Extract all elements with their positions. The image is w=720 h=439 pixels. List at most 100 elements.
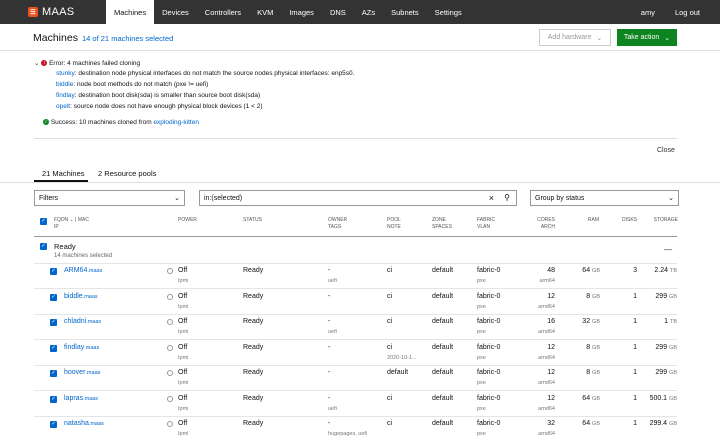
group-checkbox[interactable]: ✓ <box>40 243 47 250</box>
nav-logout[interactable]: Log out <box>675 8 700 17</box>
machine-hostname[interactable]: ARM64 <box>64 267 87 274</box>
nav-controllers[interactable]: Controllers <box>197 0 249 24</box>
power-icon[interactable] <box>167 345 173 351</box>
filters-dropdown[interactable]: Filters ⌄ <box>34 190 185 206</box>
error-machine-link[interactable]: stunky <box>56 70 75 77</box>
row-checkbox[interactable]: ✓ <box>50 396 57 403</box>
error-item: stunky: destination node physical interf… <box>56 70 354 77</box>
row-checkbox[interactable]: ✓ <box>50 421 57 428</box>
machine-fqdn[interactable]: natasha.maas <box>64 420 104 427</box>
machine-owner: - <box>328 318 331 325</box>
top-navigation: ☰ MAAS Machines Devices Controllers KVM … <box>0 0 720 24</box>
error-item: findlay: destination boot disk(sda) is s… <box>56 92 260 99</box>
column-pool[interactable]: POOL NOTE <box>387 217 401 231</box>
nav-dns[interactable]: DNS <box>322 0 354 24</box>
column-fabric[interactable]: FABRIC VLAN <box>477 217 495 231</box>
nav-machines[interactable]: Machines <box>106 0 155 24</box>
power-icon[interactable] <box>167 396 173 402</box>
machine-fabric: fabric-0 <box>477 267 501 274</box>
power-state: Off <box>178 420 188 427</box>
nav-devices[interactable]: Devices <box>154 0 197 24</box>
filters-label: Filters <box>39 194 59 202</box>
tab-machines[interactable]: 21 Machines <box>42 169 85 178</box>
column-pool-label: POOL <box>387 217 401 223</box>
take-action-button[interactable]: Take action ⌄ <box>617 29 677 46</box>
column-zone[interactable]: ZONE SPACES <box>432 217 452 231</box>
maas-logo[interactable]: ☰ MAAS <box>28 6 106 18</box>
row-checkbox[interactable]: ✓ <box>50 294 57 301</box>
row-checkbox[interactable]: ✓ <box>50 370 57 377</box>
clear-icon[interactable]: × <box>489 193 494 203</box>
tab-resource-pools[interactable]: 2 Resource pools <box>98 169 156 178</box>
collapse-group-button[interactable]: — <box>664 245 672 254</box>
row-divider <box>34 339 677 340</box>
column-fqdn[interactable]: FQDN ⌄ | MAC IP <box>54 217 89 231</box>
column-disks[interactable]: DISKS <box>621 217 637 224</box>
power-icon[interactable] <box>167 294 173 300</box>
select-all-checkbox[interactable]: ✓ <box>40 218 47 225</box>
machine-fqdn[interactable]: hoover.maas <box>64 369 100 376</box>
success-source-link[interactable]: exploding-kitten <box>153 119 199 126</box>
machine-disks: 1 <box>633 420 637 427</box>
machine-hostname[interactable]: findlay <box>64 344 84 351</box>
chevron-down-icon[interactable]: ⌄ <box>34 60 39 67</box>
column-status[interactable]: STATUS <box>243 217 262 224</box>
column-cores[interactable]: CORES ARCH <box>535 217 555 231</box>
ram-unit: GB <box>592 370 600 376</box>
machine-tags: uefi <box>328 278 337 284</box>
error-machine-link[interactable]: biddle <box>56 81 73 88</box>
row-divider <box>34 390 677 391</box>
machine-hostname[interactable]: biddle <box>64 293 83 300</box>
nav-subnets[interactable]: Subnets <box>383 0 427 24</box>
row-checkbox[interactable]: ✓ <box>50 268 57 275</box>
machine-cores: 16 <box>547 318 555 325</box>
power-state: Off <box>178 369 188 376</box>
machine-fqdn[interactable]: chladni.maas <box>64 318 101 325</box>
machine-fqdn[interactable]: biddle.maas <box>64 293 98 300</box>
machine-status: Ready <box>243 267 264 274</box>
storage-value: 2.24 <box>654 267 669 274</box>
machine-cores: 12 <box>547 395 555 402</box>
row-divider <box>34 288 677 289</box>
machine-hostname[interactable]: natasha <box>64 420 89 427</box>
power-icon[interactable] <box>167 370 173 376</box>
group-title: Ready <box>54 242 76 251</box>
search-icon[interactable]: ⚲ <box>504 193 510 202</box>
nav-kvm[interactable]: KVM <box>249 0 281 24</box>
close-notifications-button[interactable]: Close <box>657 147 675 154</box>
selected-count: 14 of 21 machines selected <box>82 34 174 43</box>
machine-hostname[interactable]: lapras <box>64 395 83 402</box>
machine-pool: ci <box>387 293 393 300</box>
machine-zone: default <box>432 344 454 351</box>
error-machine-link[interactable]: opelt <box>56 103 70 110</box>
storage-unit: GB <box>669 370 677 376</box>
machine-ram: 64 GB <box>570 267 600 274</box>
machine-fqdn[interactable]: lapras.maas <box>64 395 98 402</box>
machine-vlan: pxe <box>477 431 486 437</box>
error-machine-link[interactable]: findlay <box>56 92 75 99</box>
power-icon[interactable] <box>167 319 173 325</box>
column-owner[interactable]: OWNER TAGS <box>328 217 347 231</box>
group-by-select[interactable]: Group by status ⌄ <box>530 190 679 206</box>
column-storage[interactable]: STORAGE <box>648 217 678 224</box>
machine-hostname[interactable]: chladni <box>64 318 86 325</box>
error-message: : node boot methods do not match (pxe !=… <box>73 81 209 88</box>
search-input[interactable]: in:(selected) × ⚲ <box>199 190 517 206</box>
machine-zone: default <box>432 420 454 427</box>
error-item: biddle: node boot methods do not match (… <box>56 81 208 88</box>
add-hardware-button[interactable]: Add hardware ⌄ <box>539 29 611 46</box>
nav-images[interactable]: Images <box>281 0 322 24</box>
column-power[interactable]: POWER <box>178 217 197 224</box>
nav-user[interactable]: amy <box>641 8 655 17</box>
power-icon[interactable] <box>167 421 173 427</box>
nav-azs[interactable]: AZs <box>354 0 383 24</box>
machine-hostname[interactable]: hoover <box>64 369 85 376</box>
power-icon[interactable] <box>167 268 173 274</box>
machine-fqdn[interactable]: ARM64.maas <box>64 267 102 274</box>
error-message: : destination boot disk(sda) is smaller … <box>74 92 261 99</box>
row-checkbox[interactable]: ✓ <box>50 319 57 326</box>
row-checkbox[interactable]: ✓ <box>50 345 57 352</box>
machine-fqdn[interactable]: findlay.maas <box>64 344 99 351</box>
nav-settings[interactable]: Settings <box>427 0 470 24</box>
column-ram[interactable]: RAM <box>585 217 599 224</box>
